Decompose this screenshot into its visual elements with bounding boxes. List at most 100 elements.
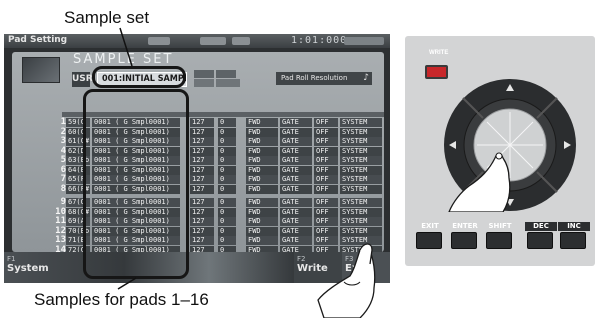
pad-number: 4 bbox=[60, 145, 66, 156]
pad-samples-highlight bbox=[83, 89, 189, 279]
write-button[interactable] bbox=[425, 65, 448, 79]
cell-val: 0 bbox=[218, 207, 236, 217]
hardware-panel: WRITE EXIT ENTER SHIFT DEC INC bbox=[405, 36, 595, 266]
cell-val: 0 bbox=[218, 226, 236, 236]
exit-key[interactable]: EXIT bbox=[416, 222, 442, 249]
cell-dir: FWD bbox=[246, 217, 278, 226]
cell-sw: OFF bbox=[314, 127, 338, 137]
cell-dir: FWD bbox=[246, 137, 278, 146]
cell-val: 0 bbox=[218, 198, 236, 207]
cell-out: SYSTEM bbox=[340, 226, 382, 236]
sample-set-callout: Sample set bbox=[64, 8, 150, 27]
clock-readout: 1:01:000 bbox=[291, 35, 348, 46]
cell-trig: GATE bbox=[280, 226, 312, 236]
enter-key[interactable]: ENTER bbox=[451, 222, 478, 249]
cell-level: 127 bbox=[190, 207, 214, 217]
cell-val: 0 bbox=[218, 137, 236, 146]
cell-level: 127 bbox=[190, 236, 214, 245]
cell-trig: GATE bbox=[280, 207, 312, 217]
cell-out: SYSTEM bbox=[340, 236, 382, 245]
cell-sw: OFF bbox=[314, 207, 338, 217]
sample-set-heading: SAMPLE SET bbox=[73, 52, 174, 67]
pad-number: 8 bbox=[60, 183, 66, 194]
mode-indicator bbox=[216, 79, 240, 87]
cell-val: 0 bbox=[218, 175, 236, 184]
cell-trig: GATE bbox=[280, 165, 312, 175]
cell-level: 127 bbox=[190, 217, 214, 226]
f2-write-label: Write bbox=[297, 263, 328, 274]
cell-val: 0 bbox=[218, 236, 236, 245]
cell-level: 127 bbox=[190, 198, 214, 207]
cell-out: SYSTEM bbox=[340, 156, 382, 165]
cell-level: 127 bbox=[190, 165, 214, 175]
mode-indicator bbox=[194, 70, 214, 78]
f3-exit-button[interactable]: F3 Exit bbox=[342, 252, 390, 283]
status-pill bbox=[200, 37, 226, 45]
cell-out: SYSTEM bbox=[340, 118, 382, 127]
cell-dir: FWD bbox=[246, 207, 278, 217]
cell-trig: GATE bbox=[280, 146, 312, 156]
inc-key[interactable]: INC bbox=[558, 222, 590, 249]
function-key-bar: F1 System F2 Write F3 Exit bbox=[4, 252, 390, 283]
sample-set-highlight bbox=[92, 66, 186, 88]
cell-trig: GATE bbox=[280, 175, 312, 184]
cell-dir: FWD bbox=[246, 165, 278, 175]
pad-number: 5 bbox=[60, 155, 66, 165]
cell-sw: OFF bbox=[314, 137, 338, 146]
cell-out: SYSTEM bbox=[340, 175, 382, 184]
cell-dir: FWD bbox=[246, 156, 278, 165]
cell-out: SYSTEM bbox=[340, 198, 382, 207]
dec-key[interactable]: DEC bbox=[525, 222, 557, 249]
cell-sw: OFF bbox=[314, 165, 338, 175]
cell-out: SYSTEM bbox=[340, 207, 382, 217]
cell-val: 0 bbox=[218, 165, 236, 175]
write-label: WRITE bbox=[429, 50, 449, 56]
cell-dir: FWD bbox=[246, 236, 278, 245]
cell-trig: GATE bbox=[280, 217, 312, 226]
cell-dir: FWD bbox=[246, 184, 278, 194]
sample-set-thumbnail bbox=[22, 57, 60, 83]
pad-roll-resolution-field[interactable]: Pad Roll Resolution ♪ bbox=[276, 72, 372, 85]
cell-dir: FWD bbox=[246, 175, 278, 184]
level-meter bbox=[344, 37, 384, 45]
status-pill bbox=[232, 37, 250, 45]
music-note-icon: ♪ bbox=[363, 73, 369, 83]
pad-number: 2 bbox=[60, 126, 66, 137]
pad-number: 3 bbox=[60, 136, 66, 146]
cell-sw: OFF bbox=[314, 236, 338, 245]
cell-trig: GATE bbox=[280, 156, 312, 165]
cell-level: 127 bbox=[190, 146, 214, 156]
pad-number: 10 bbox=[55, 206, 66, 217]
pads-callout: Samples for pads 1–16 bbox=[34, 290, 209, 309]
mode-indicator bbox=[194, 79, 214, 87]
cell-sw: OFF bbox=[314, 217, 338, 226]
sample-set-bank[interactable]: USR bbox=[72, 72, 93, 87]
cell-sw: OFF bbox=[314, 184, 338, 194]
cell-out: SYSTEM bbox=[340, 137, 382, 146]
pad-roll-resolution-label: Pad Roll Resolution bbox=[281, 74, 348, 82]
cell-trig: GATE bbox=[280, 198, 312, 207]
pad-number: 1 bbox=[60, 117, 66, 127]
f1-label: F1 bbox=[7, 255, 16, 263]
enter-key-label: ENTER bbox=[452, 222, 478, 230]
shift-key[interactable]: SHIFT bbox=[486, 222, 512, 249]
cell-val: 0 bbox=[218, 217, 236, 226]
cell-val: 0 bbox=[218, 146, 236, 156]
cell-out: SYSTEM bbox=[340, 146, 382, 156]
cell-dir: FWD bbox=[246, 127, 278, 137]
cell-val: 0 bbox=[218, 118, 236, 127]
inc-key-label: INC bbox=[558, 222, 590, 231]
pad-number: 7 bbox=[60, 174, 66, 184]
pad-number: 6 bbox=[60, 164, 66, 175]
cell-sw: OFF bbox=[314, 175, 338, 184]
shift-key-label: SHIFT bbox=[488, 222, 512, 230]
cell-trig: GATE bbox=[280, 127, 312, 137]
cell-val: 0 bbox=[218, 184, 236, 194]
exit-key-label: EXIT bbox=[421, 222, 439, 230]
cell-trig: GATE bbox=[280, 137, 312, 146]
cursor-dial[interactable] bbox=[443, 78, 577, 212]
pad-number: 9 bbox=[60, 197, 66, 207]
mode-indicator bbox=[216, 70, 236, 78]
f2-write-button[interactable]: F2 Write bbox=[294, 252, 342, 283]
pad-number: 13 bbox=[55, 235, 66, 245]
